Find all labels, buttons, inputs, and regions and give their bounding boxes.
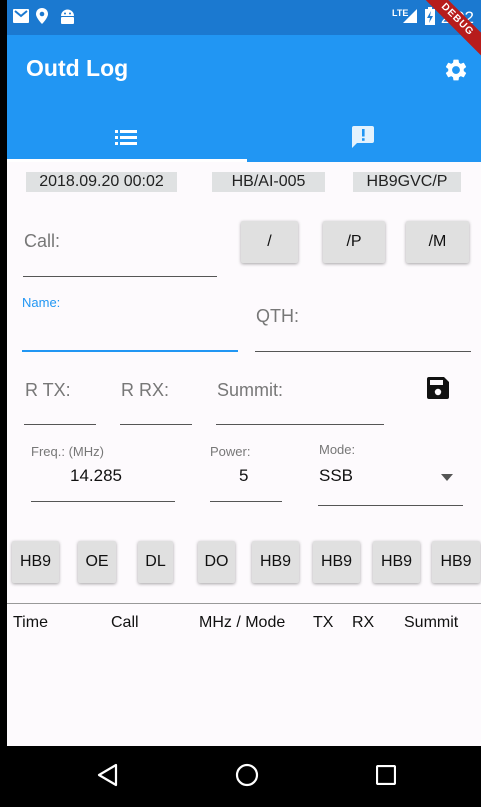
col-header-tx: TX [313, 614, 334, 631]
name-input[interactable] [22, 350, 238, 352]
freq-input[interactable] [31, 501, 175, 502]
qth-input[interactable] [255, 351, 471, 352]
list-icon [114, 129, 137, 145]
call-input[interactable] [23, 276, 217, 277]
suffix-m-button[interactable]: /M [406, 221, 469, 263]
power-label: Power: [210, 444, 251, 459]
app-title: Outd Log [26, 55, 129, 81]
col-header-rx: RX [352, 614, 375, 631]
freq-value: 14.285 [70, 466, 122, 485]
summit-label: Summit: [217, 380, 284, 400]
mode-value: SSB [319, 466, 354, 485]
prefix-button-oe[interactable]: OE [78, 541, 116, 583]
navigation-bar [7, 746, 481, 807]
freq-label: Freq.: (MHz) [31, 444, 104, 459]
qth-label: QTH: [256, 306, 299, 326]
prefix-button-hb9[interactable]: HB9 [12, 541, 59, 583]
home-icon[interactable] [235, 763, 259, 787]
dropdown-arrow-icon[interactable] [441, 474, 453, 481]
col-header-summit: Summit [404, 614, 459, 631]
android-icon [61, 9, 74, 24]
prefix-button-hb9[interactable]: HB9 [432, 541, 480, 583]
prefix-button-hb9[interactable]: HB9 [252, 541, 299, 583]
power-input[interactable] [210, 501, 282, 502]
col-header-mhz-mode: MHz / Mode [199, 614, 286, 631]
prefix-button-hb9[interactable]: HB9 [313, 541, 360, 583]
power-value: 5 [239, 466, 249, 485]
back-icon[interactable] [96, 763, 118, 787]
col-header-call: Call [111, 614, 139, 631]
prefix-button-hb9[interactable]: HB9 [373, 541, 420, 583]
call-label: Call: [24, 231, 61, 251]
divider [7, 603, 481, 604]
tab-log-list[interactable] [7, 111, 244, 162]
app-screen: LTE 2:02 Outd Log DEBUG 2018.09.20 00:02… [7, 0, 481, 807]
rrx-input[interactable] [120, 424, 192, 425]
app-bar: Outd Log [7, 35, 481, 162]
prefix-button-dl[interactable]: DL [138, 541, 173, 583]
feedback-alert-icon [351, 125, 374, 148]
callsign-chip: HB9GVC/P [353, 172, 461, 192]
signal-icon [403, 9, 417, 23]
settings-gear-icon[interactable] [443, 57, 469, 83]
save-icon[interactable] [427, 377, 449, 399]
rtx-input[interactable] [24, 424, 96, 425]
suffix-slash-button[interactable]: / [241, 221, 298, 263]
status-bar: LTE 2:02 [7, 0, 481, 35]
gmail-icon [13, 9, 29, 23]
rtx-label: R TX: [25, 380, 71, 400]
prefix-button-do[interactable]: DO [198, 541, 235, 583]
tab-alerts[interactable] [244, 111, 481, 162]
recents-icon[interactable] [376, 765, 396, 785]
suffix-p-button[interactable]: /P [323, 221, 385, 263]
tab-indicator [7, 159, 247, 162]
summit-ref-chip: HB/AI-005 [212, 172, 325, 192]
mode-select[interactable] [318, 505, 463, 506]
summit-input[interactable] [216, 424, 384, 425]
mode-label: Mode: [319, 442, 356, 457]
rrx-label: R RX: [121, 380, 170, 400]
name-label: Name: [22, 295, 61, 310]
datetime-chip: 2018.09.20 00:02 [26, 172, 177, 192]
col-header-time: Time [13, 614, 48, 631]
location-icon [36, 8, 48, 24]
battery-charging-icon [425, 7, 435, 25]
